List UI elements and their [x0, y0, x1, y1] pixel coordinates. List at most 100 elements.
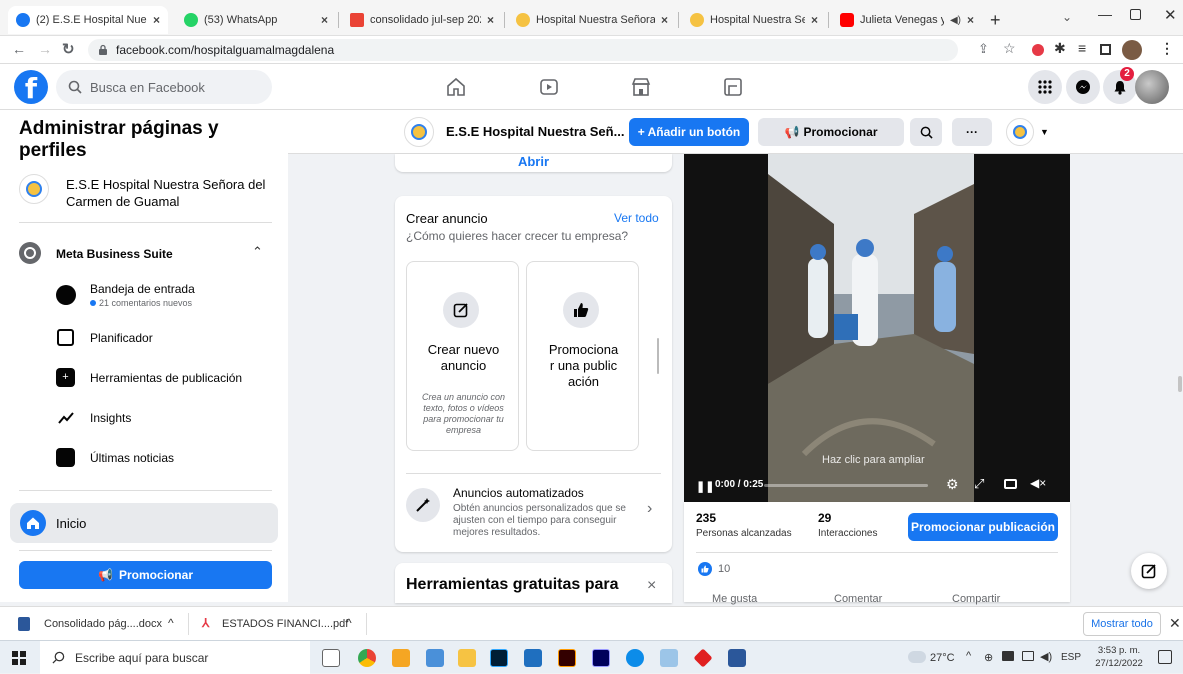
maximize-window-icon[interactable] — [1130, 9, 1141, 20]
sidebar-item-home[interactable]: Inicio — [10, 503, 278, 543]
minimize-window-icon[interactable]: — — [1098, 6, 1112, 22]
see-all-link[interactable]: Ver todo — [614, 211, 659, 225]
sidebar-item-latest-news[interactable]: Últimas noticias — [90, 451, 174, 465]
store-taskbar-icon[interactable] — [524, 649, 542, 667]
close-tab-icon[interactable]: × — [487, 13, 494, 27]
app-taskbar-icon[interactable] — [392, 649, 410, 667]
close-tab-icon[interactable]: × — [811, 13, 818, 27]
system-clock[interactable]: 3:53 p. m. 27/12/2022 — [1090, 644, 1148, 670]
comment-action-button[interactable]: Comentar — [834, 593, 882, 605]
open-button[interactable]: Abrir — [395, 154, 672, 169]
sidebar-promote-button[interactable]: 📢 Promocionar — [19, 561, 272, 589]
download-item-pdf[interactable]: ESTADOS FINANCI....pdf — [222, 618, 348, 630]
facebook-logo-icon[interactable]: f — [14, 70, 48, 105]
extensions-puzzle-icon[interactable]: ✱ — [1054, 40, 1066, 57]
extension-icon[interactable] — [1032, 44, 1044, 56]
promote-button[interactable]: 📢 Promocionar — [758, 118, 904, 146]
download-item-docx[interactable]: Consolidado pág....docx — [44, 618, 162, 630]
fullscreen-icon[interactable]: ⤢ — [974, 476, 984, 492]
app-taskbar-icon[interactable] — [660, 649, 678, 667]
close-tab-icon[interactable]: × — [967, 13, 974, 27]
page-name[interactable]: E.S.E Hospital Nuestra Señora del Carmen… — [66, 176, 276, 210]
chevron-up-icon[interactable]: ⌃ — [252, 244, 263, 260]
network-icon[interactable]: ⊕ — [984, 651, 993, 664]
settings-gear-icon[interactable]: ⚙ — [946, 476, 959, 493]
pause-icon[interactable]: ❚❚ — [696, 480, 714, 493]
create-new-ad-option[interactable]: Crear nuevo anuncio Crea un anuncio con … — [406, 261, 519, 451]
post-video-player[interactable]: Haz clic para ampliar ❚❚ 0:00 / 0:25 ⚙ ⤢… — [684, 154, 1070, 502]
word-taskbar-icon[interactable] — [728, 649, 746, 667]
weather-temp[interactable]: 27°C — [930, 652, 955, 664]
facebook-search-input[interactable]: Busca en Facebook — [56, 70, 272, 104]
volume-icon[interactable]: ◀) — [1040, 650, 1052, 663]
profile-avatar[interactable] — [1122, 40, 1142, 60]
close-icon[interactable]: × — [647, 577, 656, 595]
account-avatar[interactable] — [1135, 70, 1169, 104]
windows-start-icon[interactable] — [12, 651, 26, 665]
sidebar-item-planner[interactable]: Planificador — [90, 331, 153, 345]
browser-tab-gmail[interactable]: consolidado jul-sep 2022 - × — [342, 6, 502, 34]
chevron-up-icon[interactable]: ^ — [346, 616, 352, 630]
close-tab-icon[interactable]: × — [321, 13, 328, 27]
tab-search-icon[interactable]: ⌄ — [1062, 10, 1072, 24]
mute-icon[interactable]: ◀× — [1030, 476, 1046, 490]
page-bar-title[interactable]: E.S.E Hospital Nuestra Señ... — [446, 124, 624, 139]
like-action-button[interactable]: Me gusta — [712, 593, 757, 605]
page-avatar[interactable] — [404, 117, 434, 147]
home-nav-icon[interactable] — [443, 74, 469, 100]
meta-business-suite-label[interactable]: Meta Business Suite — [56, 247, 173, 261]
browser-tab-whatsapp[interactable]: (53) WhatsApp × — [176, 6, 336, 34]
reading-list-icon[interactable]: ≡ — [1078, 40, 1086, 56]
url-field[interactable]: facebook.com/hospitalguamalmagdalena — [88, 39, 958, 61]
tray-chevron-icon[interactable]: ^ — [966, 650, 971, 662]
browser-tab-hospital-1[interactable]: Hospital Nuestra Señora de × — [508, 6, 676, 34]
bookmark-star-icon[interactable]: ☆ — [1003, 40, 1016, 57]
sidebar-item-inbox[interactable]: Bandeja de entrada — [90, 282, 195, 296]
edge-taskbar-icon[interactable] — [626, 649, 644, 667]
sidebar-item-publishing-tools[interactable]: Herramientas de publicación — [90, 371, 242, 385]
premiere-taskbar-icon[interactable] — [592, 649, 610, 667]
automated-ads-title[interactable]: Anuncios automatizados — [453, 486, 584, 500]
notification-center-icon[interactable] — [1158, 650, 1172, 664]
audio-playing-icon[interactable]: ◀) — [950, 15, 961, 26]
show-all-downloads-button[interactable]: Mostrar todo — [1083, 612, 1161, 636]
input-language[interactable]: ESP — [1061, 652, 1081, 663]
close-tab-icon[interactable]: × — [661, 13, 668, 27]
menu-grid-icon[interactable] — [1028, 70, 1062, 104]
taskbar-search-input[interactable]: Escribe aquí para buscar — [40, 641, 310, 674]
battery-icon[interactable] — [1002, 651, 1014, 661]
boost-post-button[interactable]: Promocionar publicación — [908, 513, 1058, 541]
chevron-right-icon[interactable]: › — [647, 500, 652, 518]
side-panel-icon[interactable] — [1100, 44, 1111, 55]
task-view-icon[interactable] — [322, 649, 340, 667]
marketplace-nav-icon[interactable] — [628, 74, 654, 100]
video-progress-bar[interactable] — [764, 484, 928, 487]
page-scrollbar[interactable] — [1178, 376, 1182, 392]
reload-icon[interactable]: ↻ — [62, 40, 75, 58]
new-tab-button[interactable]: + — [990, 10, 1001, 31]
page-logo-avatar[interactable] — [19, 174, 49, 204]
close-tab-icon[interactable]: × — [153, 13, 160, 27]
browser-tab-hospital-2[interactable]: Hospital Nuestra Señora de × — [682, 6, 826, 34]
carousel-scrollbar[interactable] — [657, 338, 659, 374]
close-downloads-icon[interactable]: ✕ — [1169, 615, 1181, 632]
app-taskbar-icon[interactable] — [426, 649, 444, 667]
back-arrow-icon[interactable]: ← — [12, 41, 26, 57]
app-taskbar-icon[interactable] — [693, 648, 713, 668]
share-action-button[interactable]: Compartir — [952, 593, 1000, 605]
close-window-icon[interactable]: ✕ — [1164, 6, 1177, 24]
page-search-button[interactable] — [910, 118, 942, 146]
photoshop-taskbar-icon[interactable] — [490, 649, 508, 667]
chevron-up-icon[interactable]: ^ — [168, 616, 174, 630]
sidebar-item-insights[interactable]: Insights — [90, 411, 131, 425]
add-button-button[interactable]: + Añadir un botón — [629, 118, 749, 146]
page-switcher[interactable]: ▼ — [1006, 116, 1054, 148]
browser-menu-icon[interactable]: ⋮ — [1160, 40, 1174, 57]
compose-message-button[interactable] — [1131, 553, 1167, 589]
browser-tab-facebook[interactable]: (2) E.S.E Hospital Nuestra Se × — [8, 6, 168, 34]
display-icon[interactable] — [1022, 651, 1034, 661]
picture-in-picture-icon[interactable] — [1004, 479, 1017, 489]
promote-post-option[interactable]: Promocionar una publicación — [526, 261, 639, 451]
browser-tab-youtube[interactable]: Julieta Venegas y Mon ◀) × — [832, 6, 982, 34]
likes-count[interactable]: 10 — [718, 563, 730, 575]
